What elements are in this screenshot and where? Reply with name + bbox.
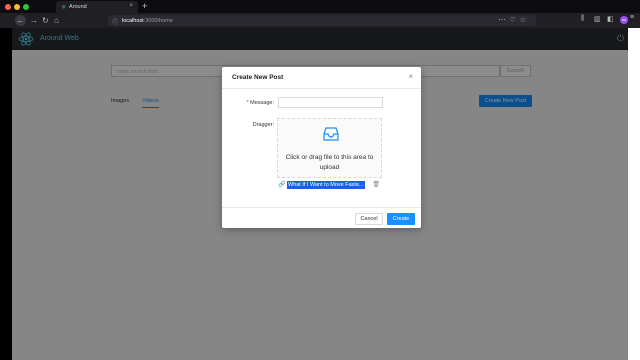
- browser-toolbar: ← → ↻ ⌂ ⓘ localhost:3000/home ⋯♡☆ ⫼ ▥ ◧ …: [0, 13, 640, 28]
- tab-close-icon[interactable]: ×: [129, 3, 133, 9]
- maximize-window-button[interactable]: [23, 4, 29, 10]
- lock-icon: ⓘ: [112, 20, 119, 26]
- upload-dragger[interactable]: Click or drag file to this area to uploa…: [277, 118, 382, 178]
- extension-icon[interactable]: ◧: [607, 15, 614, 23]
- window-edge: [0, 28, 12, 360]
- paperclip-icon: 🔗: [278, 182, 286, 188]
- dragger-hint-text: Click or drag file to this area to uploa…: [285, 154, 374, 171]
- message-input[interactable]: [278, 97, 383, 108]
- trash-icon[interactable]: 🗑: [372, 181, 380, 188]
- url-actions[interactable]: ⋯♡☆: [498, 16, 530, 24]
- home-icon[interactable]: ⌂: [54, 15, 59, 26]
- uploaded-file-item[interactable]: 🔗 What If I Want to Move Faste... 🗑: [277, 181, 382, 190]
- menu-icon[interactable]: ≡: [630, 14, 634, 21]
- browser-tab[interactable]: ⚛ Around ×: [56, 1, 138, 13]
- tab-title: Around: [69, 4, 87, 10]
- profile-avatar[interactable]: oo: [620, 16, 628, 24]
- url-bar[interactable]: ⓘ localhost:3000/home ⋯♡☆: [108, 15, 536, 26]
- sidebar-icon[interactable]: ▥: [594, 15, 601, 23]
- dragger-label: Dragger:: [252, 122, 274, 128]
- minimize-window-button[interactable]: [14, 4, 20, 10]
- react-favicon-icon: ⚛: [61, 5, 67, 11]
- back-icon[interactable]: ←: [15, 15, 26, 26]
- create-button[interactable]: Create: [387, 213, 415, 225]
- close-window-button[interactable]: [5, 4, 11, 10]
- modal-footer-divider: [222, 207, 421, 208]
- browser-tab-bar: ⚛ Around × +: [0, 0, 640, 13]
- modal-title: Create New Post: [232, 74, 284, 81]
- reload-icon[interactable]: ↻: [42, 15, 49, 26]
- create-post-modal: Create New Post × * Message: Dragger: Cl…: [222, 67, 421, 228]
- modal-header-divider: [222, 88, 421, 89]
- inbox-icon: [323, 127, 339, 141]
- library-icon[interactable]: ⫼: [581, 15, 584, 23]
- url-text: localhost:3000/home: [122, 18, 173, 24]
- file-name: What If I Want to Move Faste...: [287, 181, 365, 189]
- cancel-button[interactable]: Cancel: [355, 213, 383, 225]
- forward-icon[interactable]: →: [30, 15, 38, 26]
- message-label: * Message:: [246, 100, 274, 106]
- close-icon[interactable]: ×: [408, 72, 413, 81]
- new-tab-button[interactable]: +: [142, 1, 147, 11]
